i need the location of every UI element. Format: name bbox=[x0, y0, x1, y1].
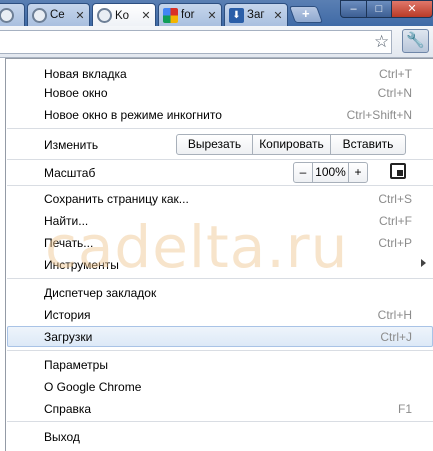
close-tab-icon[interactable]: ✕ bbox=[205, 9, 219, 22]
chrome-menu: Новая вкладка Ctrl+T Новое окно Ctrl+N Н… bbox=[5, 58, 433, 451]
menu-shortcut: Ctrl+S bbox=[378, 192, 412, 206]
globe-icon bbox=[0, 7, 14, 23]
menu-label: Инструменты bbox=[44, 258, 119, 272]
close-tab-icon[interactable]: ✕ bbox=[73, 9, 87, 22]
menu-label: Диспетчер закладок bbox=[44, 286, 157, 300]
menu-shortcut: Ctrl+T bbox=[379, 67, 412, 81]
close-tab-icon[interactable]: ✕ bbox=[271, 9, 285, 22]
close-window-button[interactable]: ✕ bbox=[391, 0, 433, 18]
minimize-button[interactable]: – bbox=[340, 0, 367, 18]
close-tab-icon[interactable]: ✕ bbox=[139, 9, 153, 22]
submenu-arrow-icon bbox=[421, 259, 426, 267]
menu-item-zoom: Масштаб – 100% + bbox=[7, 161, 433, 183]
copy-button[interactable]: Копировать bbox=[252, 134, 331, 155]
menu-label: Загрузки bbox=[44, 330, 93, 344]
zoom-controls: – 100% + bbox=[293, 162, 368, 183]
zoom-in-button[interactable]: + bbox=[348, 162, 368, 183]
menu-label: О Google Chrome bbox=[44, 380, 142, 394]
menu-shortcut: Ctrl+H bbox=[377, 308, 412, 322]
tab-google[interactable]: for ✕ bbox=[158, 3, 222, 26]
menu-item-help[interactable]: Справка F1 bbox=[7, 398, 433, 419]
menu-item-about[interactable]: О Google Chrome bbox=[7, 376, 433, 397]
menu-label: Печать... bbox=[44, 236, 94, 250]
tab-label: for bbox=[181, 9, 195, 21]
separator bbox=[7, 128, 433, 129]
maximize-button[interactable]: □ bbox=[366, 0, 392, 18]
edit-button-group: Вырезать Копировать Вставить bbox=[176, 134, 406, 155]
fullscreen-icon[interactable] bbox=[390, 163, 406, 179]
globe-icon bbox=[32, 7, 47, 23]
zoom-value: 100% bbox=[312, 162, 349, 183]
tab-label: Заг bbox=[247, 9, 265, 21]
menu-item-edit: Изменить Вырезать Копировать Вставить bbox=[7, 131, 433, 157]
menu-label: Изменить bbox=[44, 138, 99, 152]
separator bbox=[7, 159, 433, 160]
menu-label: Масштаб bbox=[44, 166, 96, 180]
menu-item-save-page[interactable]: Сохранить страницу как... Ctrl+S bbox=[7, 188, 433, 209]
menu-item-downloads[interactable]: Загрузки Ctrl+J bbox=[7, 326, 433, 347]
tab-label: Ko bbox=[115, 9, 130, 22]
menu-item-history[interactable]: История Ctrl+H bbox=[7, 304, 433, 325]
address-bar[interactable] bbox=[0, 30, 392, 54]
menu-label: Сохранить страницу как... bbox=[44, 192, 189, 206]
separator bbox=[7, 421, 433, 422]
separator bbox=[7, 185, 433, 186]
menu-shortcut: Ctrl+P bbox=[378, 236, 412, 250]
tab-downloads[interactable]: ⬇ Заг ✕ bbox=[224, 3, 288, 26]
menu-shortcut: Ctrl+Shift+N bbox=[346, 108, 412, 122]
wrench-menu-button[interactable]: 🔧 bbox=[402, 29, 429, 53]
star-icon[interactable]: ☆ bbox=[374, 33, 389, 51]
menu-item-tools[interactable]: Инструменты bbox=[7, 254, 433, 275]
new-tab-button[interactable]: + bbox=[288, 6, 324, 23]
cut-button[interactable]: Вырезать bbox=[176, 134, 253, 155]
menu-label: История bbox=[44, 308, 91, 322]
toolbar: ☆ 🔧 bbox=[0, 26, 433, 58]
menu-item-new-window[interactable]: Новое окно Ctrl+N bbox=[7, 82, 433, 103]
menu-item-settings[interactable]: Параметры bbox=[7, 354, 433, 375]
menu-label: Новое окно bbox=[44, 86, 108, 100]
menu-item-print[interactable]: Печать... Ctrl+P bbox=[7, 232, 433, 253]
menu-label: Выход bbox=[44, 430, 80, 444]
menu-label: Справка bbox=[44, 402, 92, 416]
plus-icon: + bbox=[302, 6, 310, 21]
paste-button[interactable]: Вставить bbox=[330, 134, 406, 155]
menu-item-bookmark-manager[interactable]: Диспетчер закладок bbox=[7, 282, 433, 303]
menu-shortcut: Ctrl+F bbox=[379, 214, 412, 228]
tab-1[interactable] bbox=[0, 3, 25, 26]
menu-shortcut: Ctrl+J bbox=[380, 330, 412, 344]
tab-active[interactable]: Ko ✕ bbox=[92, 3, 156, 27]
menu-item-incognito[interactable]: Новое окно в режиме инкогнито Ctrl+Shift… bbox=[7, 104, 433, 125]
menu-shortcut: F1 bbox=[397, 402, 412, 416]
menu-label: Новое окно в режиме инкогнито bbox=[44, 108, 222, 122]
separator bbox=[7, 350, 433, 351]
separator bbox=[7, 278, 433, 279]
menu-item-new-tab[interactable]: Новая вкладка Ctrl+T bbox=[7, 63, 433, 84]
menu-shortcut: Ctrl+N bbox=[377, 86, 412, 100]
google-icon bbox=[163, 7, 178, 23]
download-icon: ⬇ bbox=[229, 7, 244, 23]
tab-label: Ce bbox=[50, 9, 65, 21]
menu-label: Новая вкладка bbox=[44, 67, 127, 81]
globe-icon bbox=[97, 8, 112, 23]
wrench-icon: 🔧 bbox=[406, 32, 425, 49]
menu-label: Параметры bbox=[44, 358, 108, 372]
menu-item-find[interactable]: Найти... Ctrl+F bbox=[7, 210, 433, 231]
tab-2[interactable]: Ce ✕ bbox=[27, 3, 90, 26]
tab-strip: Ce ✕ Ko ✕ for ✕ ⬇ Заг ✕ + – □ ✕ bbox=[0, 0, 433, 27]
menu-item-exit[interactable]: Выход bbox=[7, 426, 433, 447]
zoom-out-button[interactable]: – bbox=[293, 162, 313, 183]
menu-label: Найти... bbox=[44, 214, 89, 228]
